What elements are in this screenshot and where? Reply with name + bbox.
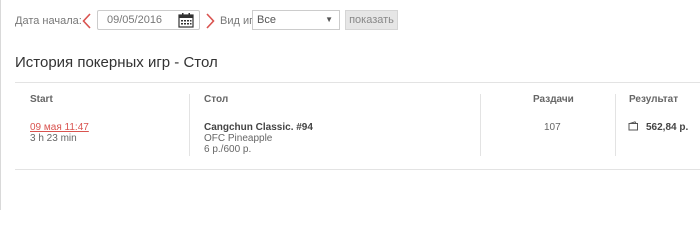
wallet-icon: [628, 121, 639, 134]
dropdown-arrow-icon: ▼: [325, 15, 333, 24]
game-start-link[interactable]: 09 мая 11:47: [30, 122, 89, 133]
game-type-select[interactable]: Все ▼: [252, 10, 340, 30]
date-start-label: Дата начала:: [15, 15, 82, 27]
date-input[interactable]: 09/05/2016: [97, 10, 200, 30]
chevron-right-icon: [205, 13, 215, 29]
column-divider: [480, 94, 481, 156]
column-header-result[interactable]: Результат: [629, 94, 678, 105]
column-divider: [189, 94, 190, 156]
game-type-selected: Все: [257, 14, 276, 26]
table-bottom-divider: [15, 169, 700, 170]
show-button[interactable]: показать: [345, 10, 398, 30]
next-date-button[interactable]: [203, 10, 217, 32]
column-divider: [615, 94, 616, 156]
game-variant: OFC Pineapple: [204, 133, 273, 144]
column-header-start[interactable]: Start: [30, 94, 53, 105]
table-stakes: 6 р./600 р.: [204, 144, 252, 155]
previous-date-button[interactable]: [79, 10, 93, 32]
calendar-icon[interactable]: [178, 13, 194, 33]
result-amount: 562,84 р.: [646, 122, 689, 133]
hands-count: 107: [544, 122, 561, 133]
page-title: История покерных игр - Стол: [15, 54, 218, 71]
chevron-left-icon: [81, 13, 91, 29]
date-value: 09/05/2016: [107, 14, 163, 26]
page-left-border: [0, 0, 1, 210]
title-divider: [15, 82, 700, 83]
column-header-hands[interactable]: Раздачи: [533, 94, 574, 105]
game-duration: 3 h 23 min: [30, 133, 77, 144]
column-header-table[interactable]: Стол: [204, 94, 228, 105]
filter-bar: Дата начала: 09/05/2016 Вид игры: Все ▼ …: [15, 10, 695, 32]
table-name: Cangchun Classic. #94: [204, 122, 313, 133]
